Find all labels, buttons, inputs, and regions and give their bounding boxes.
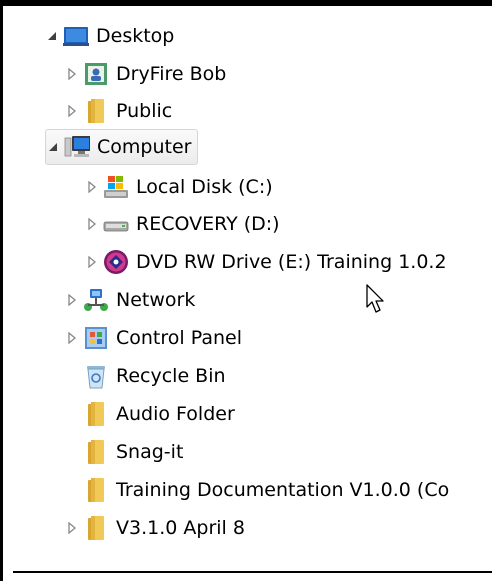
tree-item-desktop[interactable]: Desktop — [45, 19, 174, 53]
desktop-icon — [63, 23, 89, 49]
tree-item-computer[interactable]: Computer — [45, 129, 199, 165]
tree-item-label: Local Disk (C:) — [136, 176, 273, 198]
tree-item-dvd-drive[interactable]: DVD RW Drive (E:) Training 1.0.2 — [85, 245, 447, 279]
tree-item-label: V3.1.0 April 8 — [116, 517, 245, 539]
frame-bottom-border — [13, 571, 492, 573]
folder-icon — [83, 439, 109, 465]
tree-item-dryfire-bob[interactable]: DryFire Bob — [65, 57, 226, 91]
tree-item-recovery[interactable]: RECOVERY (D:) — [85, 207, 280, 241]
tree-item-label: RECOVERY (D:) — [136, 213, 280, 235]
tree-item-label: Network — [116, 289, 196, 311]
tree-item-label: Public — [116, 100, 173, 122]
tree-item-training-documentation[interactable]: Training Documentation V1.0.0 (Co — [83, 473, 449, 507]
control-panel-icon — [83, 325, 109, 351]
folder-icon — [83, 477, 109, 503]
tree-item-label: Computer — [97, 136, 192, 158]
tree-item-label: DVD RW Drive (E:) Training 1.0.2 — [136, 251, 447, 273]
tree-item-label: Snag-it — [116, 441, 184, 463]
tree-item-label: Training Documentation V1.0.0 (Co — [116, 479, 450, 501]
mouse-cursor-icon — [366, 284, 384, 313]
hard-drive-icon — [103, 211, 129, 237]
collapsed-arrow-icon[interactable] — [65, 104, 79, 118]
dvd-disc-icon — [103, 249, 129, 275]
tree-item-label: Recycle Bin — [116, 365, 226, 387]
tree-item-control-panel[interactable]: Control Panel — [65, 321, 242, 355]
windows-drive-icon — [103, 174, 129, 200]
folder-icon — [83, 401, 109, 427]
recycle-bin-icon — [83, 363, 109, 389]
computer-icon — [64, 134, 90, 160]
expanded-arrow-icon[interactable] — [45, 29, 59, 43]
user-folder-icon — [83, 61, 109, 87]
tree-item-label: DryFire Bob — [116, 63, 227, 85]
tree-item-label: Desktop — [96, 25, 175, 47]
collapsed-arrow-icon[interactable] — [85, 255, 99, 269]
folder-icon — [83, 98, 109, 124]
collapsed-arrow-icon[interactable] — [85, 217, 99, 231]
tree-item-snagit[interactable]: Snag-it — [83, 435, 183, 469]
tree-item-public[interactable]: Public — [65, 94, 172, 128]
collapsed-arrow-icon[interactable] — [65, 331, 79, 345]
collapsed-arrow-icon[interactable] — [65, 521, 79, 535]
navigation-tree: Desktop DryFire Bob Public Computer Loca… — [0, 0, 486, 570]
tree-item-label: Audio Folder — [116, 403, 235, 425]
expanded-arrow-icon[interactable] — [46, 140, 60, 154]
tree-item-recycle-bin[interactable]: Recycle Bin — [83, 359, 226, 393]
tree-item-network[interactable]: Network — [65, 283, 195, 317]
network-icon — [83, 287, 109, 313]
collapsed-arrow-icon[interactable] — [65, 67, 79, 81]
folder-icon — [83, 515, 109, 541]
collapsed-arrow-icon[interactable] — [85, 180, 99, 194]
tree-item-local-disk[interactable]: Local Disk (C:) — [85, 170, 273, 204]
tree-item-audio-folder[interactable]: Audio Folder — [83, 397, 235, 431]
tree-item-v310-april-8[interactable]: V3.1.0 April 8 — [65, 511, 245, 545]
tree-item-label: Control Panel — [116, 327, 242, 349]
collapsed-arrow-icon[interactable] — [65, 293, 79, 307]
